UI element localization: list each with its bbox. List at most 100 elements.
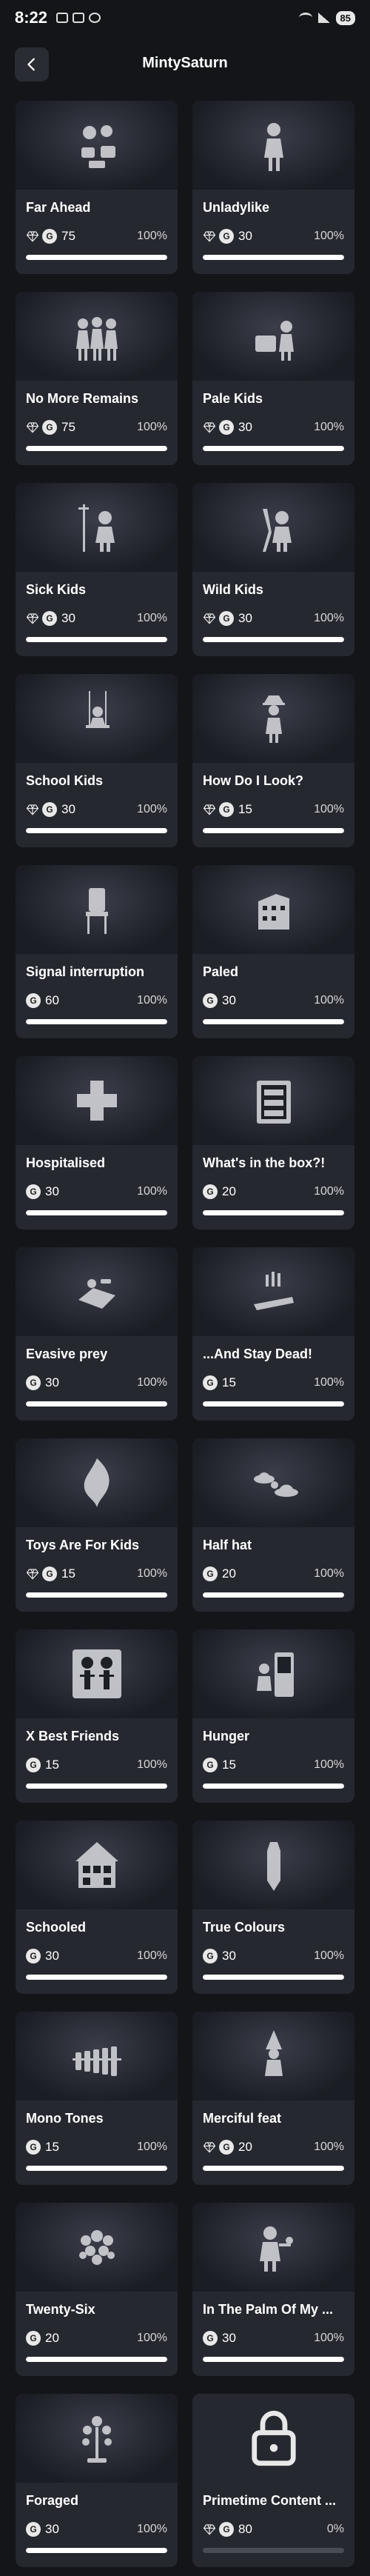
achievement-card[interactable]: Hospitalised G 30 100%	[16, 1056, 178, 1229]
achievement-points: 30	[45, 1375, 59, 1389]
achievement-art	[16, 292, 178, 381]
achievement-card[interactable]: What's in the box?! G 20 100%	[192, 1056, 354, 1229]
achievement-card[interactable]: Sick Kids G 30 100%	[16, 483, 178, 656]
achievement-percent: 100%	[137, 2140, 167, 2153]
achievement-card[interactable]: No More Remains G 75 100%	[16, 292, 178, 465]
achievement-name: Wild Kids	[203, 582, 263, 597]
achievement-meta: G 20 100%	[203, 1566, 344, 1582]
achievement-art	[16, 2203, 178, 2292]
achievement-card[interactable]: Paled G 30 100%	[192, 865, 354, 1038]
fridge-kid-icon	[256, 1652, 294, 1697]
progress-fill	[26, 1401, 167, 1407]
achievement-card[interactable]: Pale Kids G 30 100%	[192, 292, 354, 465]
achievement-card[interactable]: Foraged G 30 100%	[16, 2394, 178, 2567]
achievement-card[interactable]: Twenty-Six G 20 100%	[16, 2203, 178, 2376]
achievement-card[interactable]: Wild Kids G 30 100%	[192, 483, 354, 656]
achievement-points: 30	[222, 993, 236, 1007]
achievement-card[interactable]: Half hat G 20 100%	[192, 1438, 354, 1612]
progress-bar	[26, 637, 167, 642]
diamond-icon	[26, 1569, 39, 1580]
achievement-percent: 100%	[137, 803, 167, 815]
progress-bar	[203, 2357, 344, 2362]
progress-fill	[203, 1210, 344, 1215]
achievement-name: Paled	[203, 964, 239, 979]
achievement-card[interactable]: In The Palm Of My ... G 30 100%	[192, 2203, 354, 2376]
progress-bar	[26, 2357, 167, 2362]
achievement-meta: G 15 100%	[203, 801, 344, 818]
achievement-art	[192, 1247, 354, 1336]
progress-fill	[26, 2548, 167, 2553]
gamerscore-icon: G	[42, 802, 57, 817]
achievement-art	[16, 2394, 178, 2483]
achievement-percent: 100%	[314, 2332, 344, 2344]
achievement-name: Signal interruption	[26, 964, 144, 979]
notification-icons	[56, 13, 101, 23]
achievement-card[interactable]: X Best Friends G 15 100%	[16, 1629, 178, 1803]
progress-bar	[203, 1401, 344, 1407]
achievement-art	[192, 1056, 354, 1145]
achievement-name: Pale Kids	[203, 391, 263, 406]
achievement-points: 75	[61, 229, 75, 243]
achievement-name: Hunger	[203, 1729, 249, 1744]
achievement-points: 20	[222, 1566, 236, 1581]
diamond-icon	[26, 804, 39, 815]
achievement-meta: G 75 100%	[26, 419, 167, 436]
achievement-percent: 100%	[314, 421, 344, 433]
achievement-card[interactable]: Signal interruption G 60 100%	[16, 865, 178, 1038]
progress-fill	[26, 1210, 167, 1215]
achievement-percent: 100%	[314, 803, 344, 815]
achievement-meta: G 30 100%	[203, 610, 344, 627]
achievement-points: 30	[61, 802, 75, 816]
achievement-name: Schooled	[26, 1920, 87, 1935]
hats-icon	[253, 1472, 298, 1497]
achievement-name: Twenty-Six	[26, 2302, 95, 2317]
achievement-card[interactable]: Far Ahead G 75 100%	[16, 101, 178, 274]
achievement-meta: G 80 0%	[203, 2521, 344, 2537]
achievement-card[interactable]: Toys Are For Kids G 15 100%	[16, 1438, 178, 1612]
gamerscore-icon: G	[26, 2331, 41, 2346]
progress-bar	[26, 1592, 167, 1598]
gamerscore-icon: G	[42, 611, 57, 626]
achievement-name: True Colours	[203, 1920, 286, 1935]
achievement-meta: G 75 100%	[26, 228, 167, 244]
progress-bar	[26, 1210, 167, 1215]
progress-bar	[26, 1783, 167, 1789]
page-title: MintySaturn	[142, 55, 228, 71]
progress-fill	[26, 2166, 167, 2171]
achievement-grid: Far Ahead G 75 100% Unladylike G 30 100% No More…	[16, 101, 354, 2567]
achievement-name: Sick Kids	[26, 582, 87, 597]
achievement-percent: 100%	[137, 2332, 167, 2344]
crayon-icon	[266, 1842, 280, 1891]
achievement-percent: 100%	[137, 1185, 167, 1198]
achievement-card[interactable]: Hunger G 15 100%	[192, 1629, 354, 1803]
achievement-card[interactable]: Mono Tones G 15 100%	[16, 2012, 178, 2185]
achievement-card[interactable]: Evasive prey G 30 100%	[16, 1247, 178, 1421]
achievement-card[interactable]: How Do I Look? G 15 100%	[192, 674, 354, 847]
status-time: 8:22	[15, 8, 48, 27]
achievement-card[interactable]: Primetime Content ... G 80 0%	[192, 2394, 354, 2567]
diamond-icon	[26, 231, 39, 242]
building-icon	[258, 894, 289, 930]
achievement-meta: G 30 100%	[203, 419, 344, 436]
achievement-percent: 100%	[137, 2523, 167, 2535]
achievement-card[interactable]: True Colours G 30 100%	[192, 1821, 354, 1994]
progress-bar	[26, 2548, 167, 2553]
chair-icon	[85, 888, 108, 934]
dollhouse-icon	[75, 1842, 118, 1888]
achievement-card[interactable]: Schooled G 30 100%	[16, 1821, 178, 1994]
achievement-meta: G 20 100%	[203, 2139, 344, 2155]
fallen-hand-icon	[253, 1272, 294, 1310]
hat-figure-icon	[262, 695, 285, 743]
swing-kid-icon	[85, 691, 110, 728]
achievement-card[interactable]: Merciful feat G 20 100%	[192, 2012, 354, 2185]
achievement-card[interactable]: Unladylike G 30 100%	[192, 101, 354, 274]
diamond-icon	[203, 231, 216, 242]
achievement-card[interactable]: School Kids G 30 100%	[16, 674, 178, 847]
achievement-card[interactable]: ...And Stay Dead! G 15 100%	[192, 1247, 354, 1421]
gamerscore-icon: G	[203, 1949, 218, 1963]
achievement-percent: 100%	[314, 1567, 344, 1580]
gnome-icon	[264, 2030, 283, 2076]
wifi-icon	[298, 13, 312, 23]
achievement-points: 30	[61, 611, 75, 625]
lock-icon	[251, 2410, 296, 2466]
